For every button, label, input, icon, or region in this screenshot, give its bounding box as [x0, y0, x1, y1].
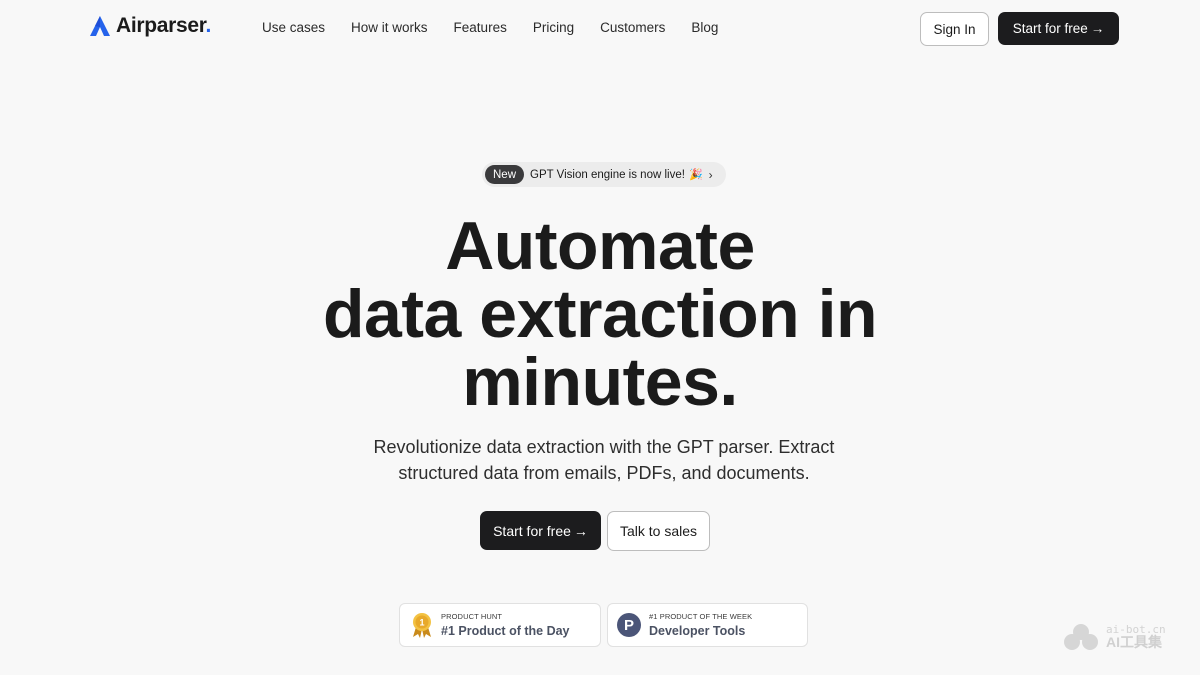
hero-subtitle-line: structured data from emails, PDFs, and d… — [398, 463, 810, 483]
nav-link-customers[interactable]: Customers — [600, 20, 665, 35]
nav-start-free-label: Start for free — [1012, 21, 1088, 36]
nav-link-use-cases[interactable]: Use cases — [262, 20, 325, 35]
hero-subtitle: Revolutionize data extraction with the G… — [0, 434, 1200, 486]
talk-to-sales-button[interactable]: Talk to sales — [607, 511, 710, 551]
announcement-badge[interactable]: New GPT Vision engine is now live! 🎉 › — [482, 162, 726, 187]
talk-to-sales-label: Talk to sales — [619, 523, 698, 539]
nav-links: Use cases How it works Features Pricing … — [262, 20, 744, 35]
sign-in-button[interactable]: Sign In — [920, 12, 989, 46]
watermark-name: AI工具集 — [1106, 634, 1162, 650]
producthunt-p-icon: P — [617, 613, 641, 637]
award-title: Developer Tools — [649, 624, 746, 638]
nav-link-pricing[interactable]: Pricing — [533, 20, 574, 35]
award-title: #1 Product of the Day — [441, 624, 570, 638]
arrow-right-icon: → — [573, 522, 588, 539]
nav-start-free-button[interactable]: Start for free → — [998, 12, 1119, 45]
watermark: ai-bot.cn AI工具集 — [1062, 622, 1166, 650]
award-texts: PRODUCT HUNT #1 Product of the Day — [441, 612, 570, 638]
nav-link-features[interactable]: Features — [454, 20, 507, 35]
new-tag: New — [485, 165, 525, 184]
hero-subtitle-line: Revolutionize data extraction with the G… — [373, 437, 835, 457]
hero-title: Automate data extraction in minutes. — [0, 212, 1200, 416]
chevron-right-icon: › — [708, 167, 713, 182]
award-texts: #1 PRODUCT OF THE WEEK Developer Tools — [649, 612, 752, 638]
sign-in-label: Sign In — [933, 21, 976, 37]
watermark-logo-icon — [1064, 624, 1098, 650]
announcement-text: GPT Vision engine is now live! — [530, 168, 685, 181]
watermark-texts: ai-bot.cn AI工具集 — [1106, 624, 1166, 650]
logo-text: Airparser. — [116, 14, 212, 37]
party-popper-icon: 🎉 — [688, 169, 703, 181]
svg-text:1: 1 — [419, 618, 424, 628]
product-of-week-badge[interactable]: P #1 PRODUCT OF THE WEEK Developer Tools — [607, 603, 808, 647]
nav-link-how-it-works[interactable]: How it works — [351, 20, 428, 35]
hero-start-free-label: Start for free — [493, 522, 571, 539]
airparser-logo-icon — [90, 16, 110, 36]
award-caption: PRODUCT HUNT — [441, 612, 503, 621]
medal-icon: 1 — [413, 613, 431, 638]
product-hunt-day-badge[interactable]: 1 PRODUCT HUNT #1 Product of the Day — [399, 603, 601, 647]
logo[interactable]: Airparser. — [88, 14, 211, 38]
hero-start-free-button[interactable]: Start for free → — [480, 511, 601, 550]
top-nav: Airparser. Use cases How it works Featur… — [0, 0, 1200, 58]
nav-link-blog[interactable]: Blog — [691, 20, 718, 35]
hero-title-line: data extraction in — [322, 276, 878, 352]
hero-title-line: Automate — [445, 208, 755, 284]
arrow-right-icon: → — [1090, 21, 1105, 36]
hero-title-line: minutes. — [462, 344, 738, 420]
award-caption: #1 PRODUCT OF THE WEEK — [649, 612, 753, 621]
